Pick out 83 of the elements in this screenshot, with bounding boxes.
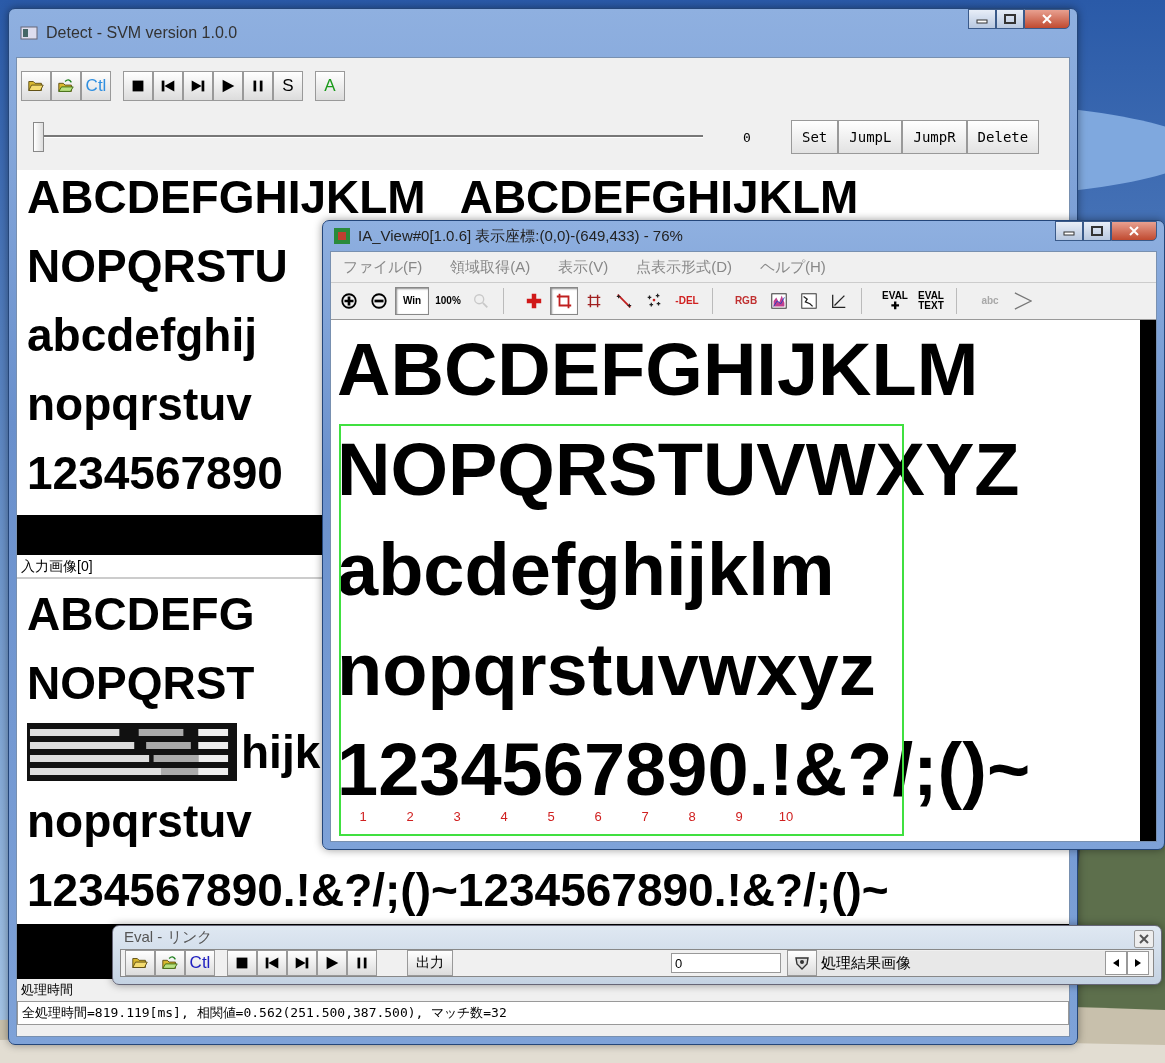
toolbar-button[interactable]: -DEL	[670, 287, 704, 315]
minimize-button[interactable]	[968, 9, 996, 29]
crop-icon	[585, 292, 603, 310]
toolbar-button[interactable]	[21, 71, 51, 101]
toolbar-button[interactable]: S	[273, 71, 303, 101]
slider-action-button[interactable]: Set	[791, 120, 839, 154]
toolbar-button[interactable]	[287, 950, 317, 976]
maximize-button[interactable]	[996, 9, 1024, 29]
toolbar-button[interactable]	[183, 71, 213, 101]
result-label: 処理結果画像	[817, 950, 1105, 976]
scrollbar[interactable]	[1140, 320, 1156, 841]
status-bar: 全処理時間=819.119[ms], 相関値=0.562(251.500,387.500), マッチ数=32	[17, 1001, 1069, 1025]
magnifier-icon	[472, 292, 490, 310]
zoom-in-icon	[340, 292, 358, 310]
match-marker: 7	[641, 809, 649, 824]
slider-action-button[interactable]: JumpR	[902, 120, 967, 154]
match-marker: 3	[453, 809, 461, 824]
shield-icon	[794, 955, 810, 971]
image-text: ABCDEFG	[27, 590, 255, 637]
folder-arrow-icon	[57, 77, 75, 95]
toolbar-button[interactable]: EVAL TEXT	[914, 287, 948, 315]
time-label: 処理時間	[21, 982, 73, 997]
slider-action-button[interactable]: Delete	[966, 120, 1040, 154]
toolbar-button[interactable]	[347, 950, 377, 976]
toolbar-button[interactable]	[257, 950, 287, 976]
next-button[interactable]	[1127, 951, 1149, 975]
toolbar-button[interactable]	[243, 71, 273, 101]
close-button[interactable]	[1111, 221, 1157, 241]
match-marker: 5	[547, 809, 555, 824]
match-marker: 9	[735, 809, 743, 824]
caret-right-icon	[1134, 958, 1142, 968]
match-marker: 6	[594, 809, 602, 824]
caret-left-icon	[1112, 958, 1120, 968]
toolbar-button[interactable]	[227, 950, 257, 976]
slider-value: 0	[743, 129, 752, 145]
toolbar-button[interactable]: EVAL ✚	[878, 287, 912, 315]
toolbar-button[interactable]	[213, 71, 243, 101]
close-icon	[1138, 934, 1150, 944]
histogram-icon	[770, 292, 788, 310]
slider-thumb[interactable]	[33, 122, 44, 152]
toolbar-button[interactable]: 100%	[431, 287, 465, 315]
toolbar-button[interactable]	[153, 71, 183, 101]
close-button[interactable]	[1134, 930, 1154, 948]
maximize-icon	[1091, 226, 1103, 236]
window-title: IA_View#0[1.0.6] 表示座標:(0,0)-(649,433) - 76%	[358, 226, 683, 246]
app-icon	[334, 228, 350, 244]
match-marker: 10	[778, 809, 794, 824]
close-button[interactable]	[1024, 9, 1070, 29]
toolbar-button[interactable]: Win	[395, 287, 429, 315]
maximize-button[interactable]	[1083, 221, 1111, 241]
minimize-button[interactable]	[1055, 221, 1083, 241]
window-title: Eval - リンク	[124, 928, 212, 947]
maximize-icon	[1004, 14, 1016, 24]
folder-arrow-icon	[161, 954, 179, 972]
image-text: ABCDEFGHIJKLM	[27, 174, 426, 220]
slider-action-button[interactable]: JumpL	[838, 120, 903, 154]
image-text: ABCDEFGHIJKLM	[337, 333, 979, 407]
match-marker: 8	[688, 809, 696, 824]
frame-field[interactable]: 0	[671, 953, 781, 973]
toolbar-button[interactable]	[125, 950, 155, 976]
crop-icon	[555, 292, 573, 310]
cross-icon	[525, 292, 543, 310]
close-icon	[1128, 226, 1140, 236]
window-title: Detect - SVM version 1.0.0	[46, 24, 238, 42]
toolbar-button[interactable]: Ctl	[185, 950, 215, 976]
image-text: ABCDEFGHIJKLM	[459, 174, 859, 220]
previous-button[interactable]	[1105, 951, 1127, 975]
toolbar-button[interactable]	[317, 950, 347, 976]
toolbar-button[interactable]	[550, 287, 578, 315]
toolbar-button[interactable]	[123, 71, 153, 101]
image-text: 1234567890	[27, 450, 283, 496]
output-button[interactable]: 出力	[407, 950, 453, 976]
curve-icon	[830, 292, 848, 310]
match-marker: 1	[359, 809, 367, 824]
result-button[interactable]	[787, 950, 817, 976]
line-icon	[615, 292, 633, 310]
app-icon	[20, 26, 38, 40]
match-marker: 4	[500, 809, 508, 824]
toolbar-button[interactable]: RGB	[729, 287, 763, 315]
match-marker: 2	[406, 809, 414, 824]
close-icon	[1041, 14, 1053, 24]
chart-icon	[800, 292, 818, 310]
zoom-out-icon	[370, 292, 388, 310]
